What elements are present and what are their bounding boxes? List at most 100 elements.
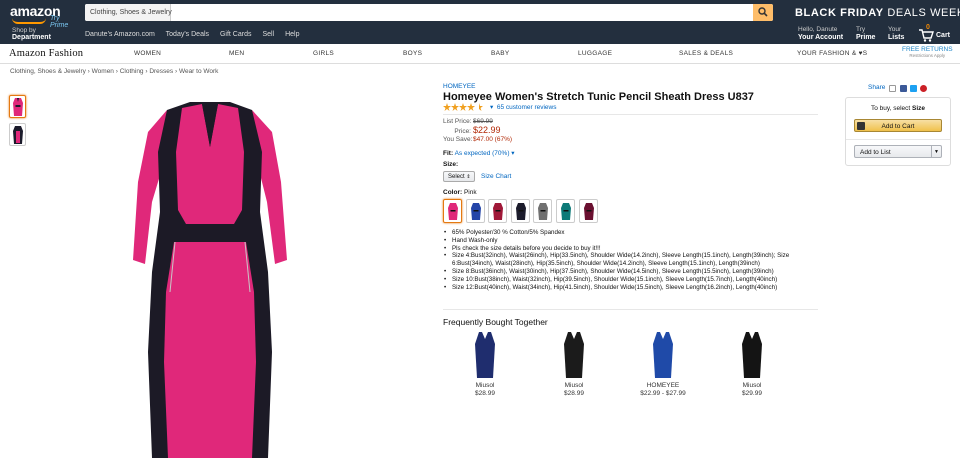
dress-swatch-icon — [538, 203, 549, 220]
nav-link-todays-deals[interactable]: Today's Deals — [166, 31, 209, 38]
thumbnail-1[interactable] — [9, 95, 26, 118]
color-label-row: Color: Pink — [443, 189, 477, 196]
feature-bullet: 65% Polyester/30 % Cotton/5% Spandex — [443, 229, 815, 237]
amazon-fashion-logo[interactable]: Amazon Fashion — [9, 48, 83, 59]
fashion-nav-baby[interactable]: BABY — [491, 50, 510, 57]
fbt-item[interactable]: HOMEYEE $22.99 - $27.99 — [633, 330, 693, 398]
account-menu[interactable]: Hello, Danute Your Account — [798, 26, 843, 41]
frequently-bought-title: Frequently Bought Together — [443, 317, 548, 327]
size-chart-link[interactable]: Size Chart — [481, 173, 511, 180]
facebook-share-icon[interactable] — [900, 85, 907, 92]
prime-line1: Try — [856, 26, 866, 33]
divider — [443, 114, 818, 115]
add-to-cart-button[interactable]: Add to Cart — [854, 119, 942, 132]
fashion-nav-women[interactable]: WOMEN — [134, 50, 161, 57]
dress-thumbnail-icon — [13, 126, 23, 144]
fbt-item[interactable]: Miusol $29.99 — [722, 330, 782, 398]
try-prime-link[interactable]: Try Prime — [50, 15, 72, 29]
prime-menu[interactable]: Try Prime — [856, 26, 875, 41]
thumbnail-2[interactable] — [9, 123, 26, 146]
email-share-icon[interactable] — [889, 85, 896, 92]
add-to-list-button[interactable]: Add to List ▼ — [854, 145, 942, 158]
fbt-item[interactable]: Miusol $28.99 — [544, 330, 604, 398]
dress-image-icon — [653, 332, 673, 378]
cart-label: Cart — [936, 32, 951, 39]
fashion-nav-sales-deals[interactable]: SALES & DEALS — [679, 50, 733, 57]
dress-image-icon — [742, 332, 762, 378]
divider — [846, 139, 950, 140]
star-rating-icon[interactable] — [443, 103, 483, 111]
size-select[interactable]: Select ⇕ — [443, 171, 475, 182]
list-price: $69.99 — [473, 118, 493, 125]
search-button[interactable] — [753, 4, 773, 21]
dress-image-icon — [475, 332, 495, 378]
lists-menu[interactable]: Your Lists — [888, 26, 904, 41]
nav-link-sell[interactable]: Sell — [262, 31, 274, 38]
nav-link-help[interactable]: Help — [285, 31, 299, 38]
promo-rest: DEALS WEEK ❯ — [887, 7, 960, 19]
fashion-nav-your-fashion[interactable]: YOUR FASHION & ♥S — [797, 50, 867, 57]
nav-link-my-amazon[interactable]: Danute's Amazon.com — [85, 31, 155, 38]
breadcrumb[interactable]: Clothing, Shoes & Jewelry › Women › Clot… — [10, 68, 218, 75]
buy-instruction-size: Size — [912, 105, 926, 112]
reviews-count: 65 customer reviews — [496, 104, 557, 111]
buy-instruction: To buy, select Size — [846, 105, 950, 112]
price-block: List Price:$69.99 Price: $22.99 You Save:… — [443, 118, 512, 144]
color-swatch[interactable] — [578, 199, 598, 223]
twitter-share-icon[interactable] — [910, 85, 917, 92]
account-greeting: Hello, Danute — [798, 26, 838, 33]
fit-value-link[interactable]: As expected (70%) — [455, 150, 510, 157]
free-returns-label: FREE RETURNS — [902, 46, 953, 53]
feature-bullet: Pls check the size details before you de… — [443, 245, 815, 253]
fit-info: Fit: As expected (70%) ▾ — [443, 149, 515, 157]
search-bar: Clothing, Shoes & Jewelry — [85, 4, 773, 21]
search-icon — [758, 7, 768, 17]
reviews-link[interactable]: ▾ 65 customer reviews — [490, 103, 556, 111]
shop-by-line2: Department — [12, 34, 51, 41]
feature-bullet: Hand Wash-only — [443, 237, 815, 245]
fashion-nav-men[interactable]: MEN — [229, 50, 244, 57]
feature-bullet: Size 10:Bust(38inch), Waist(32inch), Hip… — [443, 276, 815, 284]
search-input[interactable] — [172, 4, 752, 21]
color-swatch[interactable] — [465, 199, 485, 223]
fbt-item-price: $28.99 — [564, 390, 584, 397]
feature-bullet: Size 8:Bust(36inch), Waist(30inch), Hip(… — [443, 268, 815, 276]
price-label: Price: — [454, 128, 471, 135]
fit-dropdown-icon[interactable]: ▾ — [511, 150, 514, 157]
free-returns-link[interactable]: FREE RETURNS Restrictions Apply — [902, 46, 953, 59]
fashion-nav-girls[interactable]: GIRLS — [313, 50, 334, 57]
fashion-nav-boys[interactable]: BOYS — [403, 50, 422, 57]
chevron-down-icon[interactable]: ▼ — [931, 146, 941, 157]
fbt-item-name: HOMEYEE — [646, 382, 680, 389]
fbt-item-price: $29.99 — [742, 390, 762, 397]
color-swatch[interactable] — [556, 199, 575, 223]
product-main-image[interactable] — [130, 92, 290, 462]
top-nav-bar: amazon Try Prime Clothing, Shoes & Jewel… — [0, 0, 960, 44]
shop-by-department[interactable]: Shop by Department — [12, 27, 51, 41]
fbt-item[interactable]: Miusol $28.99 — [455, 330, 515, 398]
dress-swatch-icon — [583, 203, 594, 220]
search-category-dropdown[interactable]: Clothing, Shoes & Jewelry — [85, 4, 172, 21]
promo-bold: BLACK FRIDAY — [795, 7, 884, 19]
save-amount: $47.00 (67%) — [473, 136, 513, 143]
color-swatch[interactable] — [488, 199, 508, 223]
color-swatch[interactable] — [533, 199, 553, 223]
account-label: Your Account — [798, 33, 844, 41]
color-label: Color: — [443, 189, 463, 196]
color-swatch[interactable] — [443, 199, 462, 223]
buy-box: To buy, select Size Add to Cart Add to L… — [845, 97, 951, 166]
nav-link-gift-cards[interactable]: Gift Cards — [220, 31, 252, 38]
fbt-item-name: Miusol — [564, 382, 584, 389]
cart-button[interactable]: 0 Cart — [918, 24, 951, 42]
list-price-label: List Price: — [443, 118, 472, 125]
amazon-logo[interactable]: amazon Try Prime — [10, 3, 72, 29]
black-friday-banner[interactable]: BLACK FRIDAY DEALS WEEK ❯ — [795, 6, 960, 19]
fbt-item-price: $22.99 - $27.99 — [640, 390, 686, 397]
fashion-nav-luggage[interactable]: LUGGAGE — [578, 50, 612, 57]
brand-link[interactable]: HOMEYEE — [443, 83, 476, 90]
color-swatch[interactable] — [510, 199, 530, 223]
dress-swatch-icon — [493, 203, 504, 220]
free-returns-sub: Restrictions Apply — [909, 53, 946, 58]
pinterest-share-icon[interactable] — [920, 85, 927, 92]
product-title: Homeyee Women's Stretch Tunic Pencil She… — [443, 91, 754, 103]
